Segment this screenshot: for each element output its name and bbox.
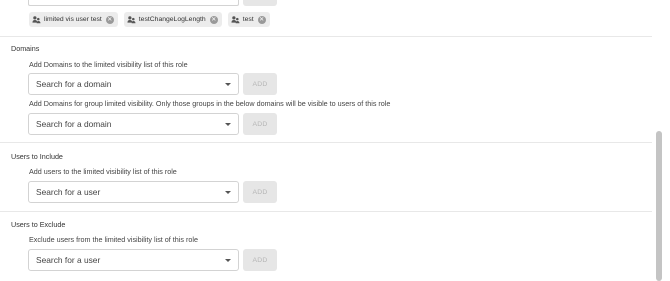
group-domains-description: Add Domains for group limited visibility… xyxy=(29,99,391,108)
user-include-search-placeholder: Search for a user xyxy=(36,187,101,197)
tag-chip: test ✕ xyxy=(227,12,270,27)
remove-tag-icon[interactable]: ✕ xyxy=(105,15,114,24)
group-icon xyxy=(32,16,41,24)
users-exclude-section-title: Users to Exclude xyxy=(11,220,66,229)
domains-section-title: Domains xyxy=(11,44,40,53)
add-domain-button[interactable]: ADD xyxy=(243,73,277,95)
tag-chip: testChangeLogLength ✕ xyxy=(123,12,222,27)
chevron-down-icon xyxy=(225,191,231,194)
previous-add-button-fragment[interactable] xyxy=(243,0,277,6)
previous-select-fragment[interactable] xyxy=(28,0,239,6)
remove-tag-icon[interactable]: ✕ xyxy=(257,15,266,24)
chevron-down-icon xyxy=(225,259,231,262)
remove-tag-icon[interactable]: ✕ xyxy=(209,15,218,24)
add-include-user-button[interactable]: ADD xyxy=(243,181,277,203)
group-icon xyxy=(231,16,240,24)
domain-search-select[interactable]: Search for a domain xyxy=(28,73,239,95)
tag-label: testChangeLogLength xyxy=(138,16,206,23)
user-include-search-select[interactable]: Search for a user xyxy=(28,181,239,203)
users-include-description: Add users to the limited visibility list… xyxy=(29,167,177,176)
users-include-section-title: Users to Include xyxy=(11,152,63,161)
user-exclude-search-select[interactable]: Search for a user xyxy=(28,249,239,271)
tag-label: test xyxy=(242,16,254,23)
tag-chip: limited vis user test ✕ xyxy=(29,12,118,27)
section-divider xyxy=(0,142,652,143)
chevron-down-icon xyxy=(225,123,231,126)
add-exclude-user-button[interactable]: ADD xyxy=(243,249,277,271)
group-icon xyxy=(127,16,136,24)
tag-label: limited vis user test xyxy=(44,16,102,23)
domains-description: Add Domains to the limited visibility li… xyxy=(29,60,188,69)
chevron-down-icon xyxy=(225,83,231,86)
group-domain-search-placeholder: Search for a domain xyxy=(36,119,112,129)
user-exclude-search-placeholder: Search for a user xyxy=(36,255,101,265)
section-divider xyxy=(0,211,652,212)
group-domain-search-select[interactable]: Search for a domain xyxy=(28,113,239,135)
vertical-scrollbar-thumb[interactable] xyxy=(656,131,662,281)
section-divider xyxy=(0,36,652,37)
add-group-domain-button[interactable]: ADD xyxy=(243,113,277,135)
selected-groups-tags: limited vis user test ✕ testChangeLogLen… xyxy=(29,12,270,27)
users-exclude-description: Exclude users from the limited visibilit… xyxy=(29,235,198,244)
domain-search-placeholder: Search for a domain xyxy=(36,79,112,89)
